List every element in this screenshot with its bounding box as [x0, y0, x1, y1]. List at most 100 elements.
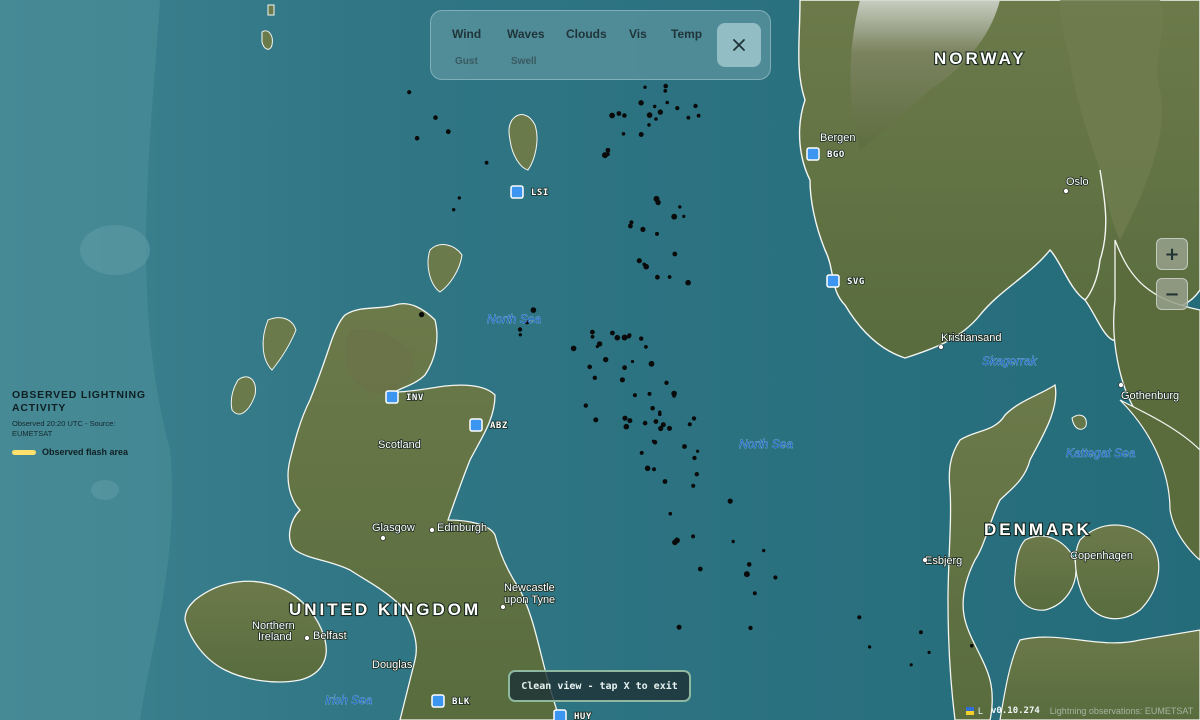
zoom-out-button[interactable]: −	[1156, 278, 1188, 310]
city-label: Copenhagen	[1070, 550, 1133, 562]
lightning-strike-dot	[418, 311, 425, 318]
city-label: Newcastle	[504, 582, 555, 594]
lightning-strike-dot	[663, 89, 668, 93]
lightning-strike-dot	[682, 214, 686, 218]
lightning-strike-dot	[655, 199, 661, 206]
lightning-strike-dot	[651, 439, 656, 443]
layer-temp-button[interactable]: Temp	[671, 27, 702, 41]
lightning-strike-dot	[570, 345, 577, 352]
lightning-strike-dot	[414, 135, 420, 141]
country-label: NORWAY	[934, 49, 1027, 68]
clean-view-toast[interactable]: Clean view - tap X to exit	[508, 670, 691, 702]
station-label: SVG	[847, 277, 865, 287]
station-marker[interactable]	[431, 694, 445, 708]
lightning-strike-dot	[918, 630, 923, 635]
lightning-strike-dot	[746, 562, 752, 567]
city-label: upon Tyne	[504, 594, 555, 606]
station-label: LSI	[531, 188, 549, 198]
lightning-strike-dot	[642, 420, 648, 426]
lightning-strike-dot	[606, 152, 610, 157]
lightning-strike-dot	[638, 100, 644, 106]
lightning-strike-dot	[639, 450, 644, 455]
lightning-strike-dot	[657, 109, 663, 115]
lightning-strike-dot	[662, 479, 668, 484]
sea-label: Irish Sea	[325, 693, 373, 707]
layer-clouds-button[interactable]: Clouds	[566, 27, 607, 41]
city-label: Glasgow	[372, 522, 415, 534]
lightning-strike-dot	[614, 334, 621, 341]
lightning-strike-dot	[691, 483, 696, 488]
station-marker[interactable]	[385, 390, 399, 404]
lightning-strike-dot	[646, 112, 653, 118]
lightning-strike-dot	[457, 196, 461, 200]
station-marker[interactable]	[806, 147, 820, 161]
lightning-strike-dot	[643, 263, 649, 270]
country-label: UNITED KINGDOM	[289, 600, 481, 619]
station-marker[interactable]	[510, 185, 524, 199]
lightning-strike-dot	[970, 643, 974, 648]
lightning-strike-dot	[587, 364, 592, 370]
layer-waves-button[interactable]: Waves	[507, 27, 545, 41]
sea-label: North Sea	[739, 437, 793, 451]
lightning-strike-dot	[655, 231, 659, 236]
city-dot	[938, 344, 944, 350]
lightning-strike-dot	[627, 418, 633, 424]
lightning-strike-dot	[622, 113, 627, 118]
lightning-strike-dot	[619, 377, 626, 383]
station-marker[interactable]	[553, 709, 567, 720]
lightning-strike-dot	[628, 223, 633, 229]
layer-swell-button[interactable]: Swell	[511, 56, 537, 67]
map-canvas[interactable]: NORWAY DENMARK UNITED KINGDOM North Sea Nort…	[0, 0, 1200, 720]
layer-wind-button[interactable]: Wind	[452, 27, 481, 41]
lightning-strike-dot	[682, 444, 687, 449]
station-label: HUY	[574, 712, 592, 720]
lightning-strike-dot	[672, 251, 678, 257]
country-label: DENMARK	[984, 520, 1092, 539]
station-marker[interactable]	[469, 418, 483, 432]
lightning-strike-dot	[691, 534, 696, 539]
lightning-strike-dot	[452, 208, 456, 212]
lightning-strike-dot	[596, 341, 603, 347]
city-dot	[380, 535, 386, 541]
layer-vis-button[interactable]: Vis	[629, 27, 647, 41]
footer-bar: L v0.10.274 Lightning observations: EUME…	[966, 704, 1193, 718]
legend-title: OBSERVED LIGHTNING ACTIVITY	[12, 389, 146, 414]
lightning-strike-dot	[603, 356, 609, 363]
continental-shelf-edge	[0, 0, 173, 720]
lightning-strike-dot	[676, 624, 682, 630]
lightning-strike-dot	[407, 90, 412, 95]
lightning-strike-dot	[518, 333, 522, 337]
close-button[interactable]	[717, 23, 761, 67]
lightning-strike-dot	[691, 416, 697, 421]
lightning-strike-dot	[605, 147, 611, 153]
lightning-strike-dot	[621, 334, 628, 341]
sea-label: Kattegat Sea	[1066, 446, 1136, 460]
lightning-strike-dot	[643, 85, 647, 89]
lightning-strike-dot	[696, 449, 700, 453]
lightning-strike-dot	[433, 115, 438, 120]
lightning-strike-dot	[652, 467, 656, 472]
lightning-strike-dot	[593, 417, 599, 423]
city-label: Ireland	[258, 631, 292, 643]
lightning-strike-dot	[621, 132, 626, 136]
ukraine-flag-icon	[966, 707, 974, 715]
lightning-strike-dot	[694, 472, 699, 477]
zoom-in-button[interactable]: +	[1156, 238, 1188, 270]
legend-swatch	[12, 449, 36, 455]
lightning-strike-dot	[667, 275, 672, 279]
city-label: Kristiansand	[941, 332, 1002, 344]
city-dot	[1063, 188, 1069, 194]
layer-gust-button[interactable]: Gust	[455, 56, 478, 67]
lightning-strike-dot	[622, 415, 628, 421]
lightning-strike-dot	[648, 360, 655, 367]
lightning-strike-dot	[731, 539, 735, 544]
lightning-strike-dot	[678, 205, 682, 209]
city-label: Douglas	[372, 659, 413, 671]
lightning-strike-dot	[592, 375, 597, 380]
lightning-strike-dot	[609, 112, 615, 119]
city-dot	[304, 635, 310, 641]
legend-item-label: Observed flash area	[42, 447, 129, 457]
station-marker[interactable]	[826, 274, 840, 288]
lightning-strike-dot	[773, 575, 778, 580]
lightning-strike-dot	[687, 422, 692, 427]
